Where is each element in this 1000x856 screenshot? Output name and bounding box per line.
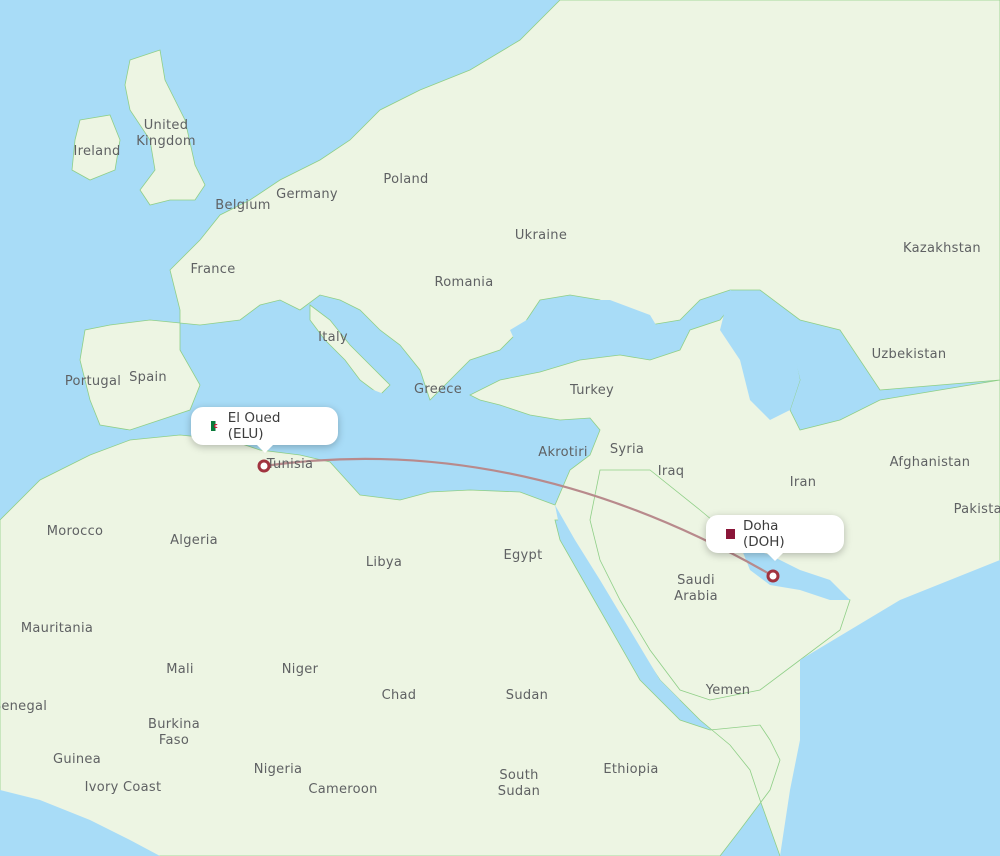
country-label-egypt: Egypt	[503, 548, 543, 563]
country-label-greece: Greece	[413, 382, 463, 397]
country-label-tunisia: Tunisia	[266, 457, 314, 472]
country-label-mali: Mali	[166, 662, 194, 677]
qatar-flag-icon	[726, 529, 735, 539]
country-label-nigeria: Nigeria	[253, 762, 303, 777]
country-label-afghanistan: Afghanistan	[889, 455, 971, 470]
country-label-ivory-coast: Ivory Coast	[84, 780, 162, 795]
destination-airport-popup[interactable]: Doha (DOH)	[706, 515, 844, 561]
country-label-kazakhstan: Kazakhstan	[903, 241, 981, 256]
country-label-romania: Romania	[434, 275, 494, 290]
origin-pin-icon[interactable]	[257, 459, 271, 473]
country-label-pakistan: Pakistan	[953, 502, 1000, 517]
algeria-flag-icon	[211, 421, 220, 431]
country-label-south-sudan: South Sudan	[497, 768, 541, 799]
destination-airport-name: Doha (DOH)	[742, 518, 785, 550]
country-label-niger: Niger	[281, 662, 319, 677]
country-label-libya: Libya	[365, 555, 403, 570]
destination-pin-icon[interactable]	[766, 569, 780, 583]
country-label-mauritania: Mauritania	[20, 621, 94, 636]
country-label-ukraine: Ukraine	[514, 228, 568, 243]
country-label-senegal: Senegal	[0, 699, 48, 714]
country-label-chad: Chad	[381, 688, 417, 703]
country-label-turkey: Turkey	[569, 383, 615, 398]
country-label-guinea: Guinea	[53, 752, 101, 767]
country-label-united-kingdom: United Kingdom	[136, 118, 196, 149]
origin-airport-popup[interactable]: El Oued (ELU)	[191, 407, 338, 453]
country-label-yemen: Yemen	[705, 683, 751, 698]
country-label-morocco: Morocco	[46, 524, 104, 539]
country-label-cameroon: Cameroon	[308, 782, 378, 797]
origin-airport-name: El Oued (ELU)	[227, 410, 281, 442]
country-label-sudan: Sudan	[505, 688, 549, 703]
country-label-ireland: Ireland	[73, 144, 121, 159]
country-label-spain: Spain	[129, 370, 167, 385]
country-label-uzbekistan: Uzbekistan	[871, 347, 947, 362]
country-label-saudi-arabia: Saudi Arabia	[674, 573, 718, 604]
country-label-algeria: Algeria	[170, 533, 218, 548]
country-label-germany: Germany	[276, 187, 338, 202]
country-label-iran: Iran	[789, 475, 817, 490]
country-label-iraq: Iraq	[657, 464, 685, 479]
country-label-italy: Italy	[318, 330, 348, 345]
country-label-ethiopia: Ethiopia	[603, 762, 659, 777]
country-label-akrotiri: Akrotiri	[538, 445, 588, 460]
country-label-burkina-faso: Burkina Faso	[148, 717, 200, 748]
country-label-belgium: Belgium	[215, 198, 271, 213]
country-label-poland: Poland	[383, 172, 429, 187]
country-label-france: France	[190, 262, 236, 277]
country-label-portugal: Portugal	[64, 374, 122, 389]
country-label-syria: Syria	[609, 442, 645, 457]
